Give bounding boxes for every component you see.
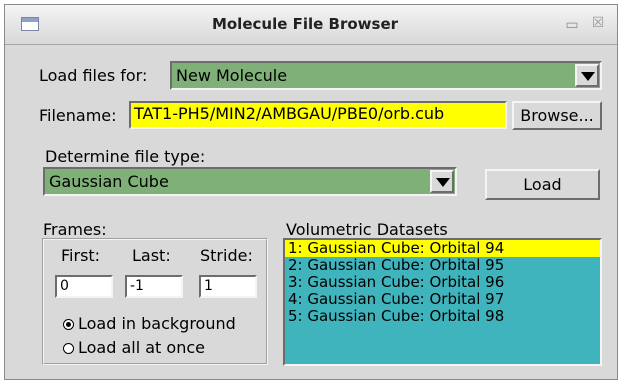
file-type-arrow-button[interactable] — [430, 170, 454, 193]
filename-label: Filename: — [39, 106, 117, 125]
radio-unchecked-icon — [63, 343, 74, 354]
frames-label: Frames: — [43, 220, 107, 239]
window-icon — [21, 17, 39, 31]
browse-button[interactable]: Browse... — [512, 101, 602, 130]
last-frame-input[interactable]: -1 — [125, 275, 183, 298]
load-files-for-value: New Molecule — [176, 66, 288, 85]
chevron-down-icon — [436, 178, 450, 187]
dataset-list-item[interactable]: 3: Gaussian Cube: Orbital 96 — [285, 274, 600, 291]
dataset-list-item[interactable]: 5: Gaussian Cube: Orbital 98 — [285, 308, 600, 325]
volumetric-datasets-list[interactable]: 1: Gaussian Cube: Orbital 94 2: Gaussian… — [283, 238, 602, 366]
filename-input[interactable]: TAT1-PH5/MIN2/AMBGAU/PBE0/orb.cub — [129, 101, 507, 129]
volumetric-datasets-label: Volumetric Datasets — [286, 220, 448, 239]
radio-checked-icon — [63, 319, 74, 330]
load-all-at-once-label: Load all at once — [78, 338, 205, 357]
molecule-file-browser-window: Molecule File Browser ▭ ☒ Load files for… — [4, 4, 618, 380]
window-title: Molecule File Browser — [211, 15, 399, 33]
dataset-list-item[interactable]: 2: Gaussian Cube: Orbital 95 — [285, 257, 600, 274]
file-type-dropdown[interactable]: Gaussian Cube — [43, 167, 457, 196]
dataset-list-item[interactable]: 4: Gaussian Cube: Orbital 97 — [285, 291, 600, 308]
load-all-at-once-radio[interactable]: Load all at once — [63, 338, 205, 357]
dataset-list-item[interactable]: 1: Gaussian Cube: Orbital 94 — [285, 240, 600, 257]
load-button[interactable]: Load — [485, 169, 600, 200]
file-type-label: Determine file type: — [45, 147, 206, 166]
chevron-down-icon — [581, 72, 595, 81]
load-files-for-arrow-button[interactable] — [575, 64, 599, 87]
title-bar[interactable]: Molecule File Browser ▭ ☒ — [5, 5, 617, 45]
load-in-background-radio[interactable]: Load in background — [63, 314, 236, 333]
first-label: First: — [61, 246, 101, 265]
first-frame-input[interactable]: 0 — [55, 275, 113, 298]
load-in-background-label: Load in background — [78, 314, 236, 333]
last-label: Last: — [132, 246, 171, 265]
close-icon[interactable]: ☒ — [589, 14, 607, 32]
file-type-value: Gaussian Cube — [49, 172, 169, 191]
minimize-icon[interactable]: ▭ — [563, 16, 581, 34]
load-files-for-label: Load files for: — [39, 66, 148, 85]
load-files-for-dropdown[interactable]: New Molecule — [170, 61, 602, 90]
stride-label: Stride: — [200, 246, 253, 265]
stride-input[interactable]: 1 — [199, 275, 257, 298]
